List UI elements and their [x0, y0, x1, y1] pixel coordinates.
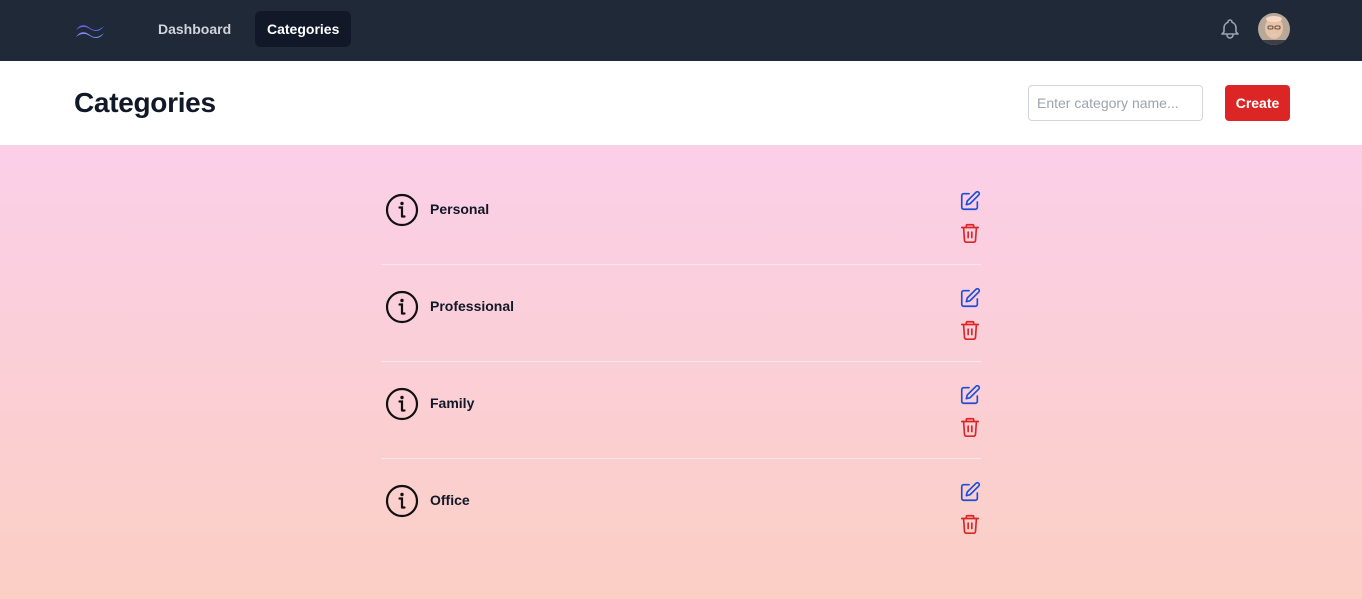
trash-icon[interactable]: [959, 319, 981, 341]
nav-link-categories[interactable]: Categories: [255, 11, 352, 47]
edit-icon[interactable]: [959, 287, 981, 309]
trash-icon[interactable]: [959, 513, 981, 535]
info-icon[interactable]: [385, 193, 419, 227]
info-icon[interactable]: [385, 387, 419, 421]
create-button[interactable]: Create: [1225, 85, 1290, 121]
category-name: Family: [430, 395, 475, 411]
logo-icon[interactable]: [74, 18, 106, 42]
category-name: Personal: [430, 201, 490, 217]
trash-icon[interactable]: [959, 222, 981, 244]
list-item: Professional: [381, 265, 981, 362]
nav-link-dashboard[interactable]: Dashboard: [146, 11, 243, 47]
info-icon[interactable]: [385, 484, 419, 518]
page-header: Categories Create: [0, 61, 1362, 145]
list-item: Family: [381, 362, 981, 459]
info-icon[interactable]: [385, 290, 419, 324]
edit-icon[interactable]: [959, 384, 981, 406]
trash-icon[interactable]: [959, 416, 981, 438]
bell-icon[interactable]: [1218, 17, 1242, 41]
main-content: Personal Professional Family Office: [0, 145, 1362, 599]
edit-icon[interactable]: [959, 190, 981, 212]
top-nav: Dashboard Categories: [0, 0, 1362, 61]
list-item: Office: [381, 459, 981, 556]
category-name-input[interactable]: [1028, 85, 1203, 121]
edit-icon[interactable]: [959, 481, 981, 503]
user-avatar[interactable]: [1258, 13, 1290, 45]
page-title: Categories: [74, 87, 216, 118]
category-list: Personal Professional Family Office: [381, 168, 981, 556]
category-name: Office: [430, 492, 470, 508]
category-name: Professional: [430, 298, 515, 314]
list-item: Personal: [381, 168, 981, 265]
